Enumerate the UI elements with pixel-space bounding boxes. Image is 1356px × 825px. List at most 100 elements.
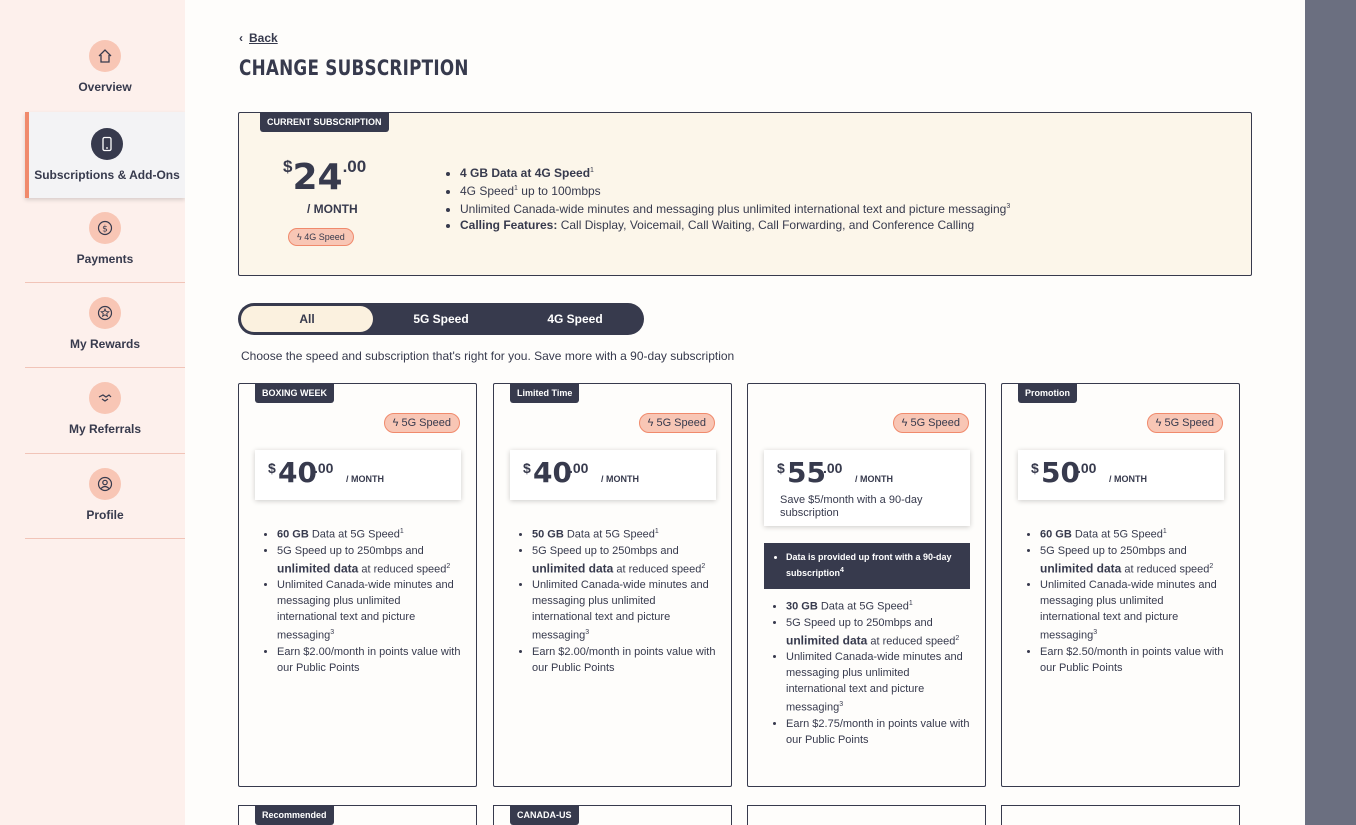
- plan-card[interactable]: [1001, 805, 1240, 825]
- price-whole: 24: [292, 157, 343, 198]
- per-month-label: / MONTH: [346, 474, 384, 484]
- price-cents: .00: [314, 460, 334, 476]
- main-content: ‹ Back CHANGE SUBSCRIPTION CURRENT SUBSCR…: [185, 0, 1305, 825]
- per-month-label: / MONTH: [855, 474, 893, 484]
- price-cents: .00: [569, 460, 589, 476]
- plan-card[interactable]: Recommended: [238, 805, 477, 825]
- overlay-gutter: [1305, 0, 1356, 825]
- list-item: 5G Speed up to 250mbps and unlimited dat…: [1040, 543, 1225, 578]
- handshake-icon: [89, 382, 121, 414]
- list-item: 30 GB Data at 5G Speed1: [786, 596, 971, 615]
- plan-features: 50 GB Data at 5G Speed1 5G Speed up to 2…: [532, 524, 717, 676]
- price-box: $40.00 / MONTH: [255, 450, 461, 500]
- price-cents: .00: [1077, 460, 1097, 476]
- sidebar-item-profile[interactable]: Profile: [25, 454, 185, 539]
- plan-card[interactable]: CANADA-US: [493, 805, 732, 825]
- sidebar: Overview Subscriptions & Add-Ons $ Payme…: [0, 0, 195, 825]
- price-cents: .00: [342, 157, 367, 176]
- per-month-label: / MONTH: [307, 202, 358, 216]
- per-month-label: / MONTH: [1109, 474, 1147, 484]
- sidebar-item-payments[interactable]: $ Payments: [25, 198, 185, 283]
- speed-badge: ϟ 5G Speed: [383, 413, 460, 433]
- plan-card[interactable]: Promotion ϟ 5G Speed $50.00 / MONTH 60 GB…: [1001, 383, 1240, 787]
- list-item: Data is provided up front with a 90-day …: [786, 551, 960, 580]
- list-item: Earn $2.50/month in points value with ou…: [1040, 644, 1225, 676]
- list-item: Unlimited Canada-wide minutes and messag…: [532, 577, 717, 644]
- price-dollar: $: [523, 460, 531, 476]
- sidebar-item-label: Subscriptions & Add-Ons: [34, 168, 180, 182]
- price-whole: 40: [533, 456, 572, 489]
- speed-badge: ϟ 4G Speed: [288, 228, 354, 246]
- list-item: 4G Speed1 up to 100mbps: [460, 181, 1010, 199]
- bolt-icon: ϟ: [392, 417, 399, 429]
- svg-text:$: $: [102, 225, 108, 235]
- list-item: Unlimited Canada-wide minutes and messag…: [460, 199, 1010, 217]
- list-item: Earn $2.00/month in points value with ou…: [277, 644, 462, 676]
- star-icon: [89, 297, 121, 329]
- plan-tag: Limited Time: [510, 383, 580, 403]
- plan-card[interactable]: BOXING WEEK ϟ 5G Speed $40.00 / MONTH 60 …: [238, 383, 477, 787]
- back-label: Back: [249, 31, 278, 45]
- price-box: $55.00 / MONTH Save $5/month with a 90-da…: [764, 450, 970, 526]
- price-dollar: $: [777, 460, 785, 476]
- plan-features: 30 GB Data at 5G Speed1 5G Speed up to 2…: [786, 596, 971, 748]
- list-item: Calling Features: Call Display, Voicemai…: [460, 217, 1010, 233]
- page-title: CHANGE SUBSCRIPTION: [239, 56, 469, 80]
- plan-features: 60 GB Data at 5G Speed1 5G Speed up to 2…: [1040, 524, 1225, 676]
- list-item: 60 GB Data at 5G Speed1: [277, 524, 462, 543]
- sidebar-item-rewards[interactable]: My Rewards: [25, 283, 185, 368]
- plan-features: 60 GB Data at 5G Speed1 5G Speed up to 2…: [277, 524, 462, 676]
- phone-icon: [91, 128, 123, 160]
- sidebar-item-label: Profile: [86, 508, 124, 522]
- list-item: 5G Speed up to 250mbps and unlimited dat…: [277, 543, 462, 578]
- filter-4g[interactable]: 4G Speed: [509, 306, 641, 332]
- speed-filter-toggle: All 5G Speed 4G Speed: [238, 303, 644, 335]
- speed-badge: ϟ 5G Speed: [638, 413, 715, 433]
- list-item: Earn $2.00/month in points value with ou…: [532, 644, 717, 676]
- price-whole: 50: [1041, 456, 1080, 489]
- plan-tag: Promotion: [1018, 383, 1077, 403]
- filter-all[interactable]: All: [241, 306, 373, 332]
- plans-subtitle: Choose the speed and subscription that's…: [241, 349, 735, 363]
- plan-tag: Recommended: [255, 805, 334, 825]
- plan-card[interactable]: ϟ 5G Speed $55.00 / MONTH Save $5/month w…: [747, 383, 986, 787]
- sidebar-item-subscriptions[interactable]: Subscriptions & Add-Ons: [25, 112, 195, 198]
- user-icon: [89, 468, 121, 500]
- list-item: 5G Speed up to 250mbps and unlimited dat…: [786, 615, 971, 650]
- price-dollar: $: [1031, 460, 1039, 476]
- plan-card[interactable]: Limited Time ϟ 5G Speed $40.00 / MONTH 50…: [493, 383, 732, 787]
- bolt-icon: ϟ: [901, 417, 908, 429]
- price-whole: 40: [278, 456, 317, 489]
- sidebar-item-label: My Rewards: [69, 337, 141, 351]
- plan-tag: CANADA-US: [510, 805, 579, 825]
- price-box: $40.00 / MONTH: [510, 450, 716, 500]
- current-subscription-tag: CURRENT SUBSCRIPTION: [260, 112, 389, 132]
- current-subscription-card: CURRENT SUBSCRIPTION $24.00 / MONTH ϟ 4G…: [238, 112, 1252, 276]
- plan-tag: BOXING WEEK: [255, 383, 335, 403]
- price-whole: 55: [787, 456, 826, 489]
- speed-badge: ϟ 5G Speed: [1146, 413, 1223, 433]
- list-item: 60 GB Data at 5G Speed1: [1040, 524, 1225, 543]
- filter-5g[interactable]: 5G Speed: [375, 306, 507, 332]
- bolt-icon: ϟ: [647, 417, 654, 429]
- info-banner: Data is provided up front with a 90-day …: [764, 543, 970, 589]
- plan-card[interactable]: [747, 805, 986, 825]
- bolt-icon: ϟ: [1155, 417, 1162, 429]
- sidebar-item-referrals[interactable]: My Referrals: [25, 368, 185, 454]
- sidebar-item-label: Overview: [78, 80, 132, 94]
- list-item: 5G Speed up to 250mbps and unlimited dat…: [532, 543, 717, 578]
- back-link[interactable]: ‹ Back: [239, 31, 278, 45]
- current-price: $24.00: [283, 157, 366, 198]
- sidebar-item-label: Payments: [76, 252, 134, 266]
- sidebar-item-label: My Referrals: [68, 422, 142, 436]
- home-icon: [89, 40, 121, 72]
- list-item: Unlimited Canada-wide minutes and messag…: [277, 577, 462, 644]
- price-cents: .00: [823, 460, 843, 476]
- list-item: Unlimited Canada-wide minutes and messag…: [1040, 577, 1225, 644]
- speed-badge: ϟ 5G Speed: [892, 413, 969, 433]
- price-box: $50.00 / MONTH: [1018, 450, 1224, 500]
- list-item: 50 GB Data at 5G Speed1: [532, 524, 717, 543]
- list-item: Earn $2.75/month in points value with ou…: [786, 716, 971, 748]
- bolt-icon: ϟ: [297, 232, 302, 242]
- dollar-icon: $: [89, 212, 121, 244]
